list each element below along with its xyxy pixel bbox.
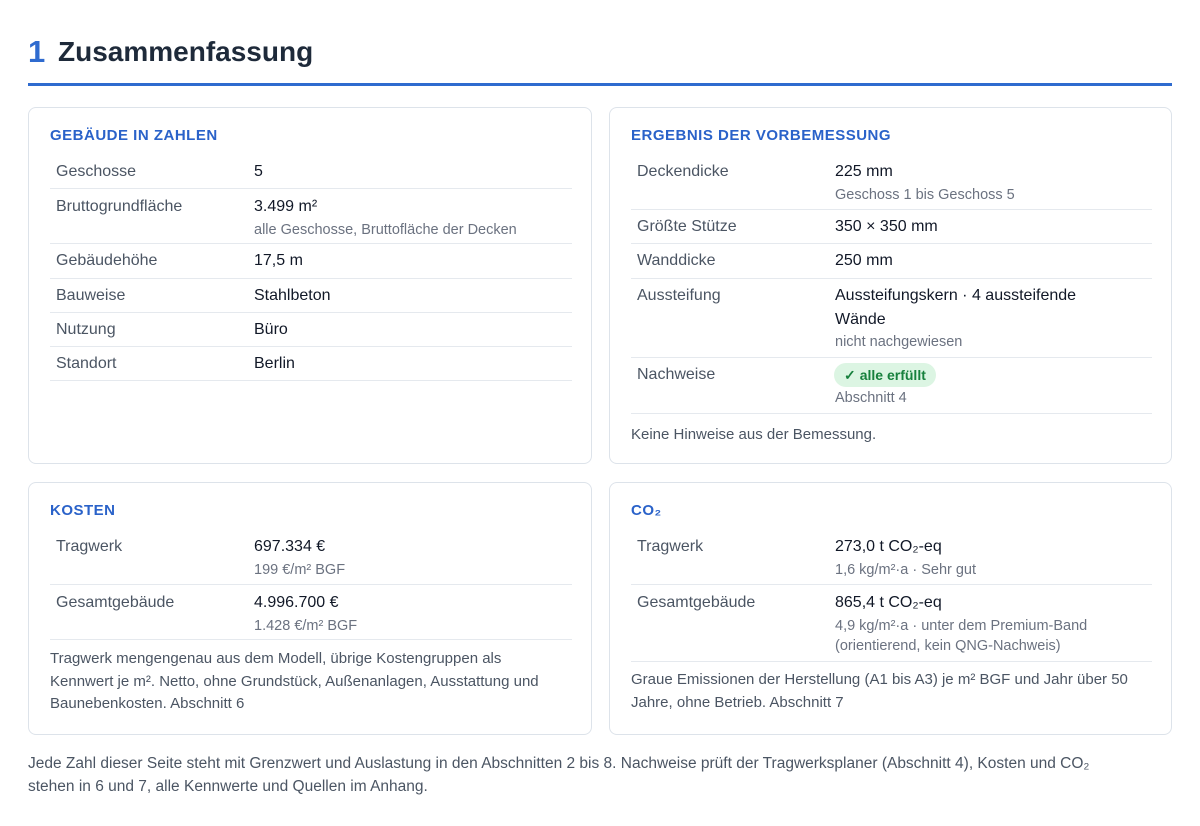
table-row: Tragwerk 273,0 t CO₂-eq 1,6 kg/m²·a · Se… bbox=[631, 529, 1152, 585]
row-value: Stahlbeton bbox=[254, 287, 331, 304]
row-value: 865,4 t CO₂-eq bbox=[835, 594, 942, 611]
co2-note-line: Graue Emissionen der Herstellung (A1 bis… bbox=[631, 671, 1128, 688]
table-row: Gebäudehöhe 17,5 m bbox=[50, 244, 572, 279]
co2-card-title: CO₂ bbox=[631, 502, 662, 519]
row-subtext: nicht nachgewiesen bbox=[835, 334, 963, 350]
design-card: ERGEBNIS DER VORBEMESSUNG Deckendicke 22… bbox=[609, 107, 1172, 464]
row-label: Gebäudehöhe bbox=[56, 252, 158, 269]
row-label: Tragwerk bbox=[637, 538, 704, 555]
table-row: Bauweise Stahlbeton bbox=[50, 279, 572, 313]
row-label: Gesamtgebäude bbox=[637, 594, 756, 611]
footer-note: Jede Zahl dieser Seite steht mit Grenzwe… bbox=[28, 752, 1172, 798]
costs-card: KOSTEN Tragwerk 697.334 € 199 €/m² BGF G… bbox=[28, 482, 592, 735]
building-card: GEBÄUDE IN ZAHLEN Geschosse 5 Bruttogrun… bbox=[28, 107, 592, 464]
row-value: Berlin bbox=[254, 355, 295, 372]
row-label: Deckendicke bbox=[637, 163, 729, 180]
section-heading: 1 Zusammenfassung bbox=[28, 30, 1172, 86]
page-title: Zusammenfassung bbox=[58, 36, 314, 67]
row-subtext: 1,6 kg/m²·a · Sehr gut bbox=[835, 562, 977, 578]
co2-card: CO₂ Tragwerk 273,0 t CO₂-eq 1,6 kg/m²·a … bbox=[609, 482, 1172, 735]
costs-note-line: Baunebenkosten. Abschnitt 6 bbox=[50, 695, 245, 712]
co2-table: Tragwerk 273,0 t CO₂-eq 1,6 kg/m²·a · Se… bbox=[631, 529, 1152, 662]
status-badge-label: alle erfüllt bbox=[859, 367, 926, 383]
row-value: 250 mm bbox=[835, 252, 893, 269]
row-label: Nutzung bbox=[56, 321, 116, 338]
status-badge: ✓ alle erfüllt bbox=[834, 363, 936, 387]
costs-table: Tragwerk 697.334 € 199 €/m² BGF Gesamtge… bbox=[50, 529, 572, 640]
row-value: 3.499 m² bbox=[254, 198, 318, 215]
building-card-title: GEBÄUDE IN ZAHLEN bbox=[50, 127, 218, 144]
row-value: 4.996.700 € bbox=[254, 594, 339, 611]
row-value: Büro bbox=[254, 321, 288, 338]
row-label: Nachweise bbox=[637, 366, 716, 383]
table-row: Standort Berlin bbox=[50, 347, 572, 381]
co2-note-line: Jahre, ohne Betrieb. Abschnitt 7 bbox=[631, 693, 844, 711]
row-value-line2: Wände bbox=[835, 311, 886, 328]
design-card-title: ERGEBNIS DER VORBEMESSUNG bbox=[631, 127, 892, 144]
table-row: Gesamtgebäude 4.996.700 € 1.428 €/m² BGF bbox=[50, 585, 572, 640]
table-row: Wanddicke 250 mm bbox=[631, 244, 1152, 279]
section-number: 1 bbox=[28, 34, 46, 69]
row-label: Gesamtgebäude bbox=[56, 594, 175, 611]
design-table: Deckendicke 225 mm Geschoss 1 bis Gescho… bbox=[631, 154, 1152, 414]
row-subtext: 199 €/m² BGF bbox=[254, 562, 346, 578]
row-subtext: Abschnitt 4 bbox=[835, 390, 907, 406]
row-subtext-line2: (orientierend, kein QNG-Nachweis) bbox=[835, 638, 1061, 654]
row-label: Wanddicke bbox=[637, 252, 716, 269]
table-row: Nachweise ✓ alle erfüllt Abschnitt 4 bbox=[631, 358, 1152, 414]
row-subtext: 1.428 €/m² BGF bbox=[254, 618, 358, 634]
row-value-line1: Aussteifungskern · 4 aussteifende bbox=[835, 287, 1077, 304]
row-label: Bruttogrundfläche bbox=[56, 198, 183, 215]
table-row: Gesamtgebäude 865,4 t CO₂-eq 4,9 kg/m²·a… bbox=[631, 585, 1152, 662]
row-label: Standort bbox=[56, 355, 117, 372]
row-label: Bauweise bbox=[56, 287, 126, 304]
table-row: Aussteifung Aussteifungskern · 4 ausstei… bbox=[631, 279, 1152, 358]
row-label: Aussteifung bbox=[637, 287, 721, 304]
row-label: Tragwerk bbox=[56, 538, 123, 555]
table-row: Geschosse 5 bbox=[50, 154, 572, 189]
table-row: Bruttogrundfläche 3.499 m² alle Geschoss… bbox=[50, 189, 572, 244]
row-value: 273,0 t CO₂-eq bbox=[835, 538, 942, 555]
table-row: Nutzung Büro bbox=[50, 313, 572, 347]
costs-note: Tragwerk mengengenau aus dem Modell, übr… bbox=[50, 648, 539, 716]
table-row: Größte Stütze 350 × 350 mm bbox=[631, 210, 1152, 244]
co2-note: Graue Emissionen der Herstellung (A1 bis… bbox=[631, 669, 1128, 714]
row-label: Geschosse bbox=[56, 163, 137, 180]
row-label: Größte Stütze bbox=[637, 218, 737, 235]
row-subtext-line1: 4,9 kg/m²·a · unter dem Premium-Band bbox=[835, 618, 1088, 634]
row-value: 17,5 m bbox=[254, 252, 303, 269]
row-value: 350 × 350 mm bbox=[835, 218, 938, 235]
costs-note-line: Kennwert je m². Netto, ohne Grundstück, … bbox=[50, 672, 539, 690]
building-table: Geschosse 5 Bruttogrundfläche 3.499 m² a… bbox=[50, 154, 572, 381]
row-value: 5 bbox=[254, 163, 263, 180]
row-value: 697.334 € bbox=[254, 538, 326, 555]
design-note: Keine Hinweise aus der Bemessung. bbox=[631, 426, 877, 443]
table-row: Deckendicke 225 mm Geschoss 1 bis Gescho… bbox=[631, 154, 1152, 210]
costs-card-title: KOSTEN bbox=[50, 502, 116, 519]
footer-line: Jede Zahl dieser Seite steht mit Grenzwe… bbox=[28, 755, 1090, 772]
costs-note-line: Tragwerk mengengenau aus dem Modell, übr… bbox=[50, 650, 502, 667]
row-subtext: alle Geschosse, Bruttofläche der Decken bbox=[254, 222, 517, 238]
footer-line: stehen in 6 und 7, alle Kennwerte und Qu… bbox=[28, 778, 428, 795]
table-row: Tragwerk 697.334 € 199 €/m² BGF bbox=[50, 529, 572, 585]
row-subtext: Geschoss 1 bis Geschoss 5 bbox=[835, 187, 1015, 203]
check-icon: ✓ bbox=[844, 367, 856, 383]
row-value: 225 mm bbox=[835, 163, 893, 180]
